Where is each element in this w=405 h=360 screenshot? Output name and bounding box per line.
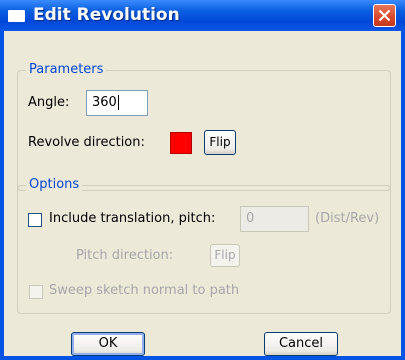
dialog-title: Edit Revolution [33, 5, 180, 25]
pitch-direction-label: Pitch direction: [76, 248, 174, 263]
angle-label: Angle: [28, 95, 70, 110]
options-group: Options Include translation, pitch: 0 (D… [17, 177, 391, 314]
close-icon [378, 9, 391, 22]
pitch-input[interactable]: 0 [240, 206, 309, 232]
include-translation-checkbox[interactable] [28, 213, 42, 227]
revolve-direction-label: Revolve direction: [28, 135, 145, 150]
revolve-flip-button[interactable]: Flip [204, 130, 236, 155]
revolve-direction-color-swatch[interactable] [170, 132, 192, 154]
pitch-value: 0 [246, 211, 255, 226]
options-legend: Options [26, 177, 83, 192]
text-caret [117, 95, 119, 110]
angle-input[interactable]: 360 [86, 90, 148, 116]
parameters-legend: Parameters [26, 62, 107, 77]
window-icon [8, 10, 25, 22]
ok-button[interactable]: OK [71, 332, 145, 356]
sweep-normal-label: Sweep sketch normal to path [49, 283, 240, 298]
sweep-normal-checkbox[interactable] [29, 285, 43, 299]
angle-value: 360 [92, 95, 117, 110]
dialog-body: Parameters Angle: 360 Revolve direction:… [4, 31, 401, 356]
cancel-button[interactable]: Cancel [264, 332, 338, 356]
pitch-unit-label: (Dist/Rev) [315, 211, 380, 226]
include-translation-label: Include translation, pitch: [49, 211, 216, 226]
close-button[interactable] [373, 4, 396, 27]
edit-revolution-dialog: Edit Revolution Parameters Angle: 360 Re… [0, 0, 405, 360]
title-bar[interactable]: Edit Revolution [0, 0, 405, 31]
pitch-flip-button[interactable]: Flip [210, 244, 240, 267]
parameters-group: Parameters Angle: 360 Revolve direction:… [17, 62, 391, 191]
